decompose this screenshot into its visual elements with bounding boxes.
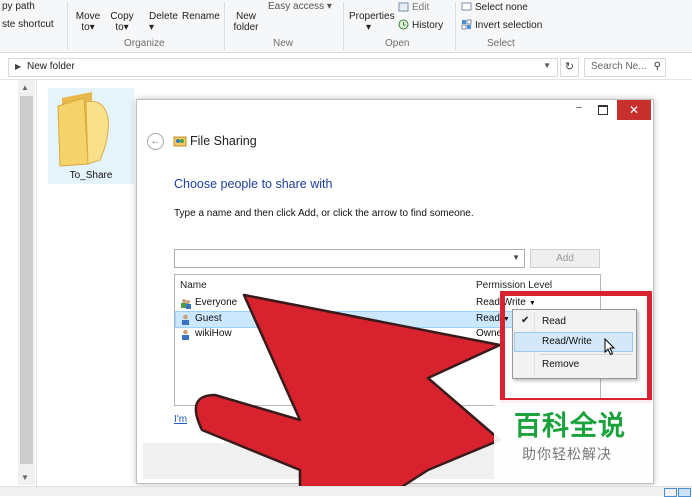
menu-item-label: Read [542, 316, 566, 327]
mouse-cursor-icon [604, 338, 616, 356]
details-view-icon[interactable] [664, 488, 677, 497]
watermark-subtitle: 助你轻松解决 [522, 447, 612, 463]
menu-item-label: Remove [542, 359, 580, 370]
permission-context-menu: ✔ Read Read/Write Remove [512, 309, 637, 379]
menu-separator [540, 354, 632, 355]
watermark: 百科全说 助你轻松解决 [494, 400, 652, 480]
checkmark-icon: ✔ [521, 315, 530, 326]
menu-item-label: Read/Write [542, 336, 592, 347]
menu-item-read[interactable]: ✔ Read [515, 313, 632, 331]
menu-item-remove[interactable]: Remove [515, 356, 632, 374]
watermark-logo: 百科全说 [514, 411, 626, 442]
large-icons-view-icon[interactable] [678, 488, 691, 497]
